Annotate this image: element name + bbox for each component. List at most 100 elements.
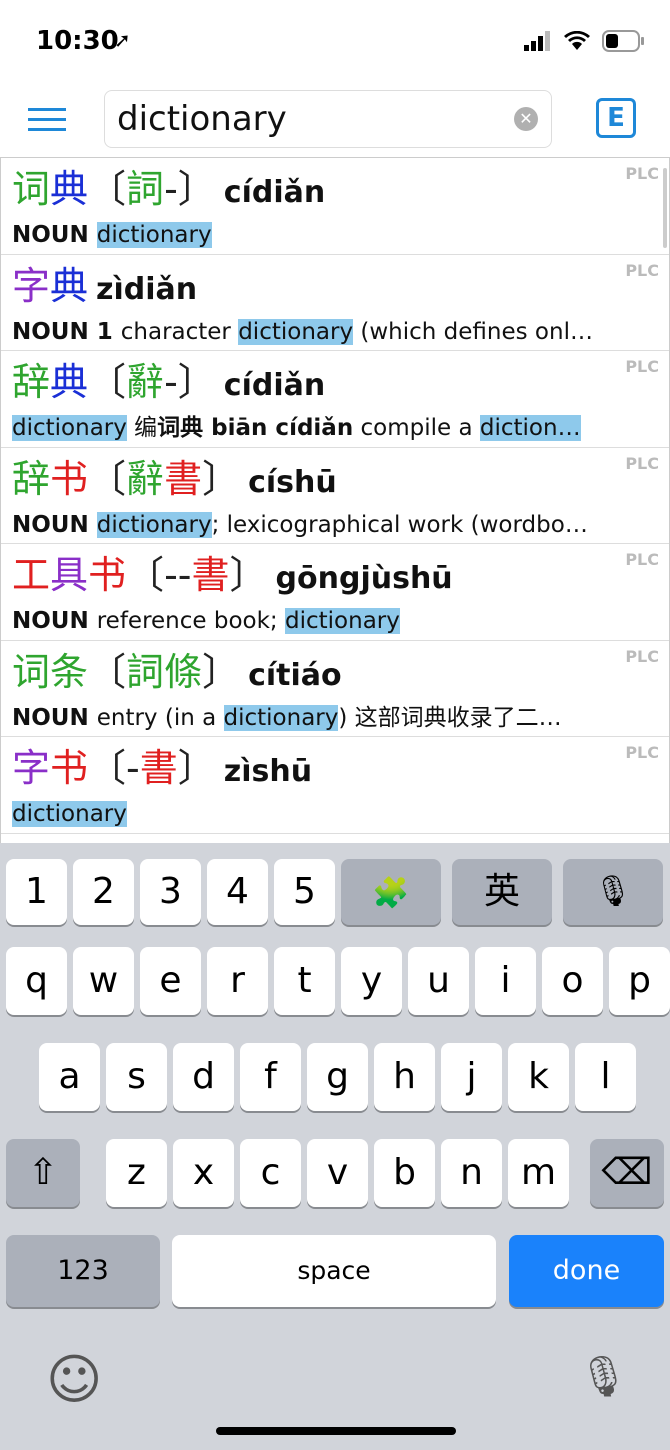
- done-key[interactable]: done: [509, 1235, 664, 1307]
- list-item[interactable]: 辞典〔辭-〕 cídiǎn dictionary 编词典 biān cídiǎn c…: [1, 351, 669, 448]
- pinyin: gōngjùshū: [275, 561, 453, 596]
- results-list[interactable]: 词典〔詞-〕 cídiǎn NOUN dictionary PLC 字典 zìdiǎn NO…: [0, 158, 670, 848]
- traditional-char: 書: [164, 456, 203, 501]
- key-n[interactable]: n: [441, 1139, 502, 1207]
- scrollbar[interactable]: [663, 168, 667, 248]
- menu-button[interactable]: [28, 108, 66, 132]
- highlight-match: diction…: [479, 415, 581, 441]
- key-2[interactable]: 2: [73, 859, 134, 925]
- key-g[interactable]: g: [307, 1043, 368, 1111]
- key-i[interactable]: i: [475, 947, 536, 1015]
- key-c[interactable]: c: [240, 1139, 301, 1207]
- headword: 辞书〔辭書〕 císhū: [12, 448, 669, 508]
- highlight-match: dictionary: [12, 415, 127, 441]
- key-r[interactable]: r: [207, 947, 268, 1015]
- key-f[interactable]: f: [240, 1043, 301, 1111]
- key-3[interactable]: 3: [140, 859, 201, 925]
- hanzi-char: 字: [12, 263, 51, 308]
- part-of-speech: 词典 biān cídiǎn: [157, 415, 354, 441]
- key-v[interactable]: v: [307, 1139, 368, 1207]
- definition-text: ; lexicographical work (wordbo…: [211, 511, 588, 538]
- part-of-speech: NOUN: [12, 704, 97, 731]
- hanzi-char: 典: [50, 360, 89, 404]
- clear-search-button[interactable]: ✕: [514, 107, 538, 131]
- key-p[interactable]: p: [609, 947, 670, 1015]
- source-badge: PLC: [625, 260, 659, 280]
- key-j[interactable]: j: [441, 1043, 502, 1111]
- bracket-close: 〕: [202, 456, 241, 501]
- language-key[interactable]: 英: [452, 859, 552, 925]
- definition-text: compile a: [353, 415, 480, 441]
- definition: NOUN entry (in a dictionary) 这部词典收录了二…: [12, 701, 632, 735]
- puzzle-key[interactable]: 🧩: [341, 859, 441, 925]
- key-y[interactable]: y: [341, 947, 402, 1015]
- definition: NOUN 1 character dictionary (which defin…: [12, 315, 632, 349]
- dictation-button[interactable]: 🎙: [578, 1353, 629, 1400]
- dictation-key[interactable]: 🎙: [563, 859, 663, 925]
- headword: 工具书〔--書〕 gōngjùshū: [12, 544, 669, 604]
- definition: dictionary 编词典 biān cídiǎn compile a dic…: [12, 411, 632, 445]
- status-time: 10:30: [36, 26, 119, 56]
- key-1[interactable]: 1: [6, 859, 67, 925]
- key-x[interactable]: x: [173, 1139, 234, 1207]
- bracket-open: 〔: [88, 746, 127, 790]
- source-badge: PLC: [625, 164, 659, 183]
- key-u[interactable]: u: [408, 947, 469, 1015]
- battery-icon: [602, 30, 644, 52]
- key-s[interactable]: s: [106, 1043, 167, 1111]
- bracket-close: 〕: [229, 553, 268, 597]
- traditional-char: -: [177, 553, 192, 597]
- key-b[interactable]: b: [374, 1139, 435, 1207]
- pinyin: cítiáo: [248, 657, 342, 693]
- headword: 词条〔詞條〕 cítiáo: [12, 641, 669, 701]
- hanzi-char: 书: [88, 553, 127, 597]
- key-d[interactable]: d: [173, 1043, 234, 1111]
- key-a[interactable]: a: [39, 1043, 100, 1111]
- key-h[interactable]: h: [374, 1043, 435, 1111]
- key-t[interactable]: t: [274, 947, 335, 1015]
- traditional-char: 辭: [126, 360, 165, 404]
- list-item[interactable]: 词典〔詞-〕 cídiǎn NOUN dictionary PLC: [1, 158, 669, 255]
- headword: 字书〔-書〕 zìshū: [12, 737, 669, 797]
- key-e[interactable]: e: [140, 947, 201, 1015]
- list-item[interactable]: 字书〔-書〕 zìshū dictionary PLC: [1, 737, 669, 834]
- source-badge: PLC: [625, 357, 659, 376]
- shift-key[interactable]: ⇧: [6, 1139, 80, 1207]
- hanzi-char: 书: [50, 456, 89, 501]
- key-w[interactable]: w: [73, 947, 134, 1015]
- key-m[interactable]: m: [508, 1139, 569, 1207]
- numbers-key[interactable]: 123: [6, 1235, 160, 1307]
- key-z[interactable]: z: [106, 1139, 167, 1207]
- pinyin: zìshū: [223, 754, 313, 789]
- source-badge: PLC: [625, 743, 659, 762]
- traditional-char: -: [164, 360, 178, 404]
- headword: 词典〔詞-〕 cídiǎn: [12, 158, 669, 218]
- key-4[interactable]: 4: [207, 859, 268, 925]
- key-k[interactable]: k: [508, 1043, 569, 1111]
- bracket-open: 〔: [88, 167, 127, 211]
- hanzi-char: 字: [12, 746, 51, 790]
- key-q[interactable]: q: [6, 947, 67, 1015]
- pinyin: cídiǎn: [223, 175, 326, 210]
- space-key[interactable]: space: [172, 1235, 496, 1307]
- part-of-speech: NOUN 1: [12, 318, 121, 345]
- key-o[interactable]: o: [542, 947, 603, 1015]
- list-item[interactable]: 词条〔詞條〕 cítiáo NOUN entry (in a dictionary)…: [1, 641, 669, 737]
- definition-text: (which defines onl…: [353, 318, 593, 345]
- search-input[interactable]: [104, 90, 552, 148]
- traditional-char: 條: [164, 649, 203, 694]
- puzzle-icon: 🧩: [372, 876, 410, 911]
- bracket-close: 〕: [177, 167, 216, 211]
- list-item[interactable]: 工具书〔--書〕 gōngjùshū NOUN reference book; di…: [1, 544, 669, 641]
- backspace-key[interactable]: ⌫: [590, 1139, 664, 1207]
- mode-button[interactable]: E: [596, 98, 636, 138]
- highlight-match: dictionary: [223, 704, 339, 731]
- hanzi-char: 典: [50, 263, 89, 308]
- list-item[interactable]: 字典 zìdiǎn NOUN 1 character dictionary (whi…: [1, 255, 669, 351]
- key-l[interactable]: l: [575, 1043, 636, 1111]
- search-header: ✕ E: [0, 80, 670, 158]
- emoji-button[interactable]: ☺: [46, 1348, 102, 1411]
- list-item[interactable]: 辞书〔辭書〕 císhū NOUN dictionary; lexicographi…: [1, 448, 669, 544]
- part-of-speech: NOUN: [12, 511, 97, 538]
- key-5[interactable]: 5: [274, 859, 335, 925]
